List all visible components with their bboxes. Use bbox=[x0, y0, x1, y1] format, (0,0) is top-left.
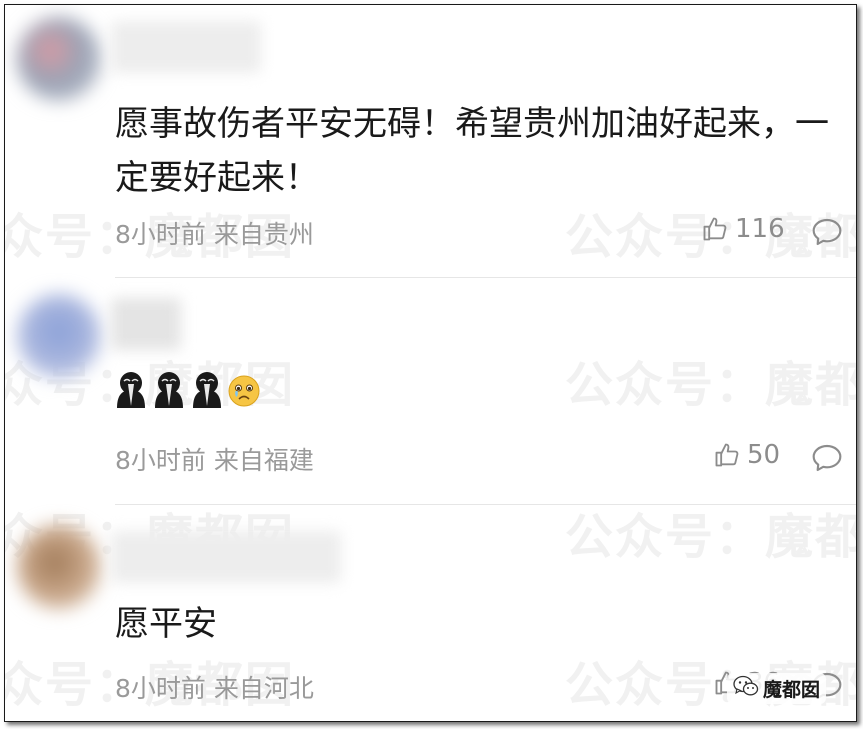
comment-item: 8小时前 来自福建 50 bbox=[5, 278, 856, 504]
username-blurred[interactable] bbox=[111, 21, 261, 73]
thumbs-up-icon bbox=[713, 441, 741, 469]
like-count: 116 bbox=[735, 214, 785, 244]
like-button[interactable]: 116 bbox=[701, 214, 785, 244]
avatar[interactable] bbox=[17, 17, 101, 101]
comment-bubble-icon bbox=[811, 443, 843, 473]
like-count: 50 bbox=[747, 440, 781, 470]
like-button[interactable]: 50 bbox=[713, 440, 780, 470]
emoji-row bbox=[113, 370, 261, 412]
crying-face-emoji bbox=[227, 374, 261, 412]
avatar[interactable] bbox=[17, 294, 101, 378]
comment-meta: 8小时前 来自河北 bbox=[115, 674, 314, 703]
comment-meta: 8小时前 来自贵州 bbox=[115, 220, 314, 249]
reply-button[interactable] bbox=[811, 217, 843, 247]
wechat-icon bbox=[733, 675, 759, 702]
comment-meta: 8小时前 来自福建 bbox=[115, 446, 314, 475]
badge-label: 魔都囡 bbox=[763, 679, 821, 701]
comment-text: 愿平安 bbox=[115, 604, 217, 644]
source-badge: 魔都囡 bbox=[727, 673, 827, 704]
comment-bubble-icon bbox=[811, 217, 843, 247]
username-blurred[interactable] bbox=[111, 531, 341, 583]
thumbs-up-icon bbox=[701, 215, 729, 243]
avatar[interactable] bbox=[17, 525, 101, 609]
pray-emoji bbox=[113, 370, 149, 412]
comment-text: 愿事故伤者平安无碍！希望贵州加油好起来，一定要好起来！ bbox=[115, 104, 829, 198]
username-blurred[interactable] bbox=[111, 298, 181, 350]
pray-emoji bbox=[151, 370, 187, 412]
comment-item: 愿事故伤者平安无碍！希望贵州加油好起来，一定要好起来！ 8小时前 来自贵州 11… bbox=[5, 5, 856, 277]
comment-list-screenshot: 公众号：魔都囡 公众号：魔都囡 公众号：魔都囡 公众号：魔都囡 公众号：魔都囡 … bbox=[4, 4, 857, 722]
pray-emoji bbox=[189, 370, 225, 412]
reply-button[interactable] bbox=[811, 443, 843, 473]
